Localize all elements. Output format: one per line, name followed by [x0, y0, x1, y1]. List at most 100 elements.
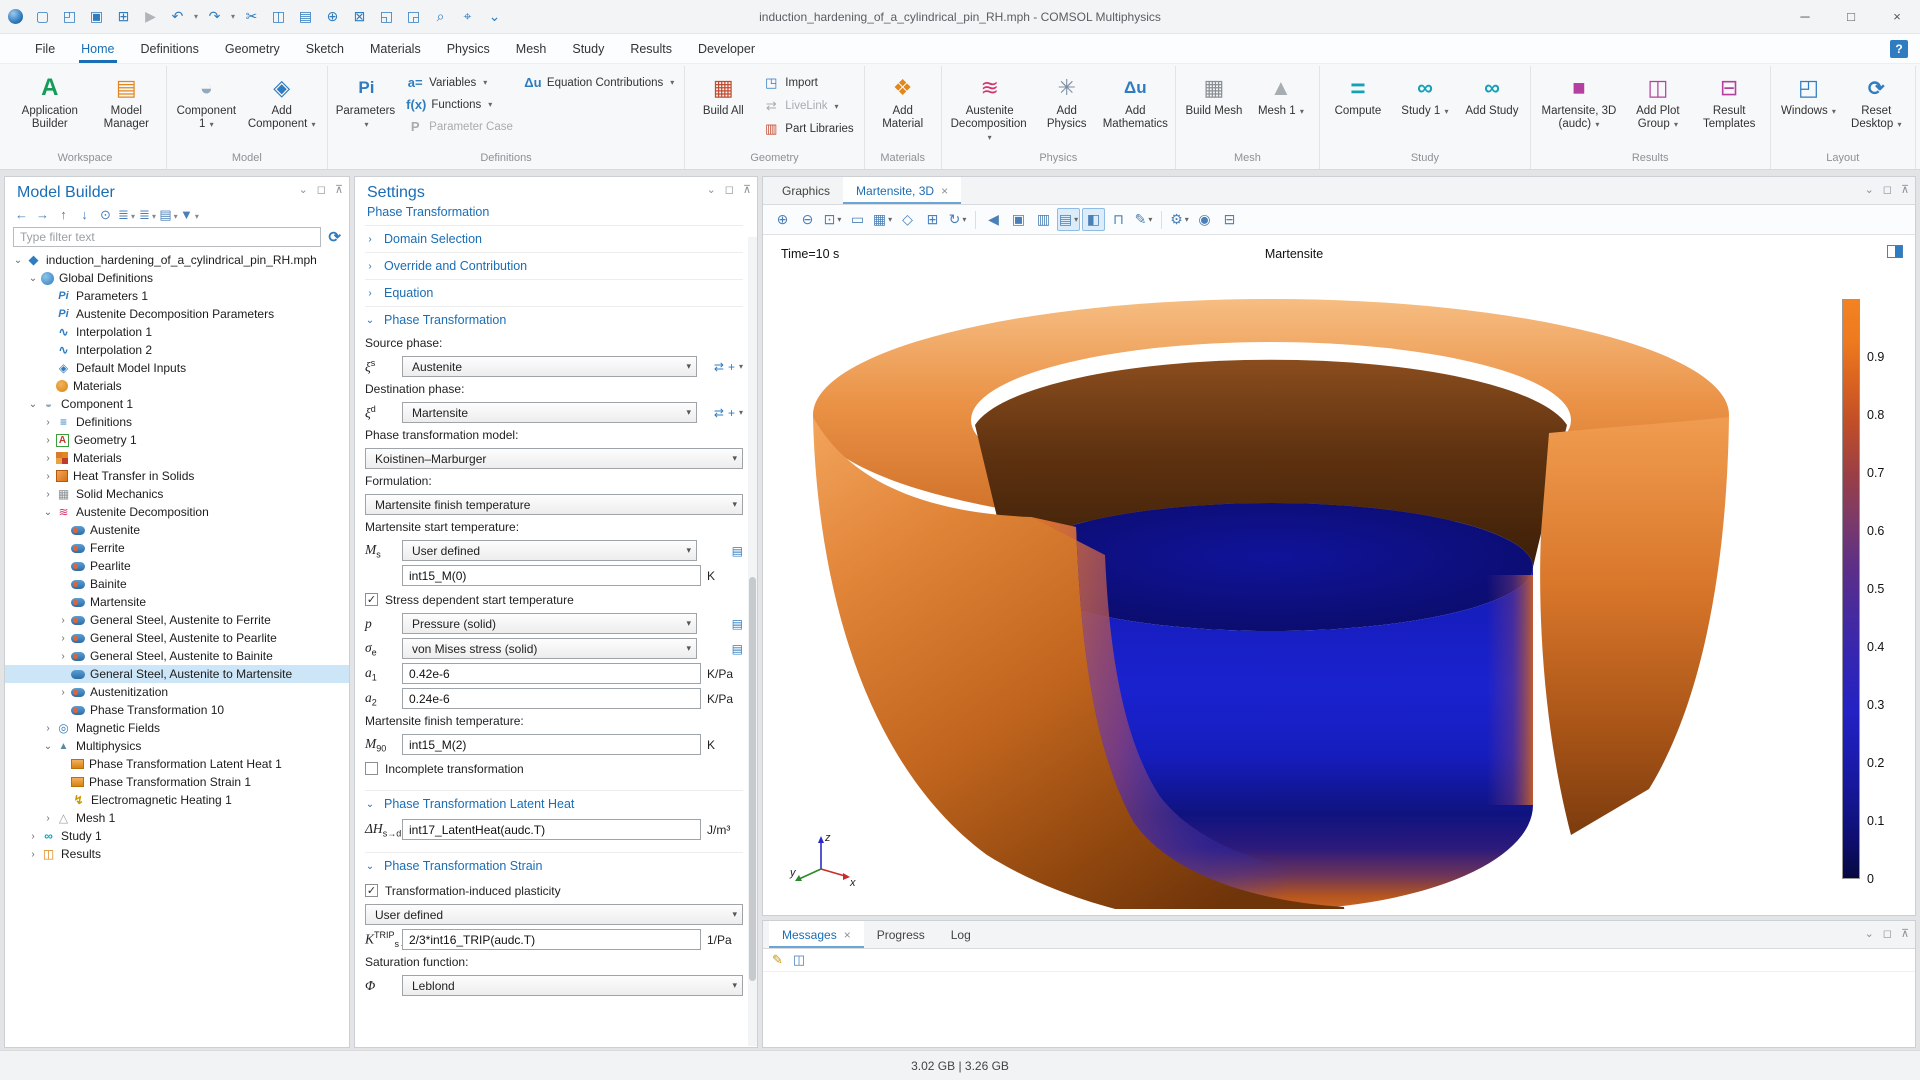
tree-item-phase-transformation-10[interactable]: Phase Transformation 10 — [5, 701, 349, 719]
print-icon[interactable]: ⊟ — [1218, 208, 1241, 231]
open-icon[interactable]: ◰ — [56, 0, 83, 33]
scene-rotate-icon[interactable]: ↻▾ — [946, 208, 969, 231]
ribbon-item-add-plot-group[interactable]: ◫Add Plot Group ▾ — [1623, 66, 1693, 131]
select-box-icon[interactable]: ◱ — [373, 0, 400, 33]
tree-expand-icon[interactable]: › — [26, 831, 40, 842]
help-button[interactable]: ? — [1890, 40, 1908, 58]
tree-collapse-icon[interactable]: ⌄ — [41, 741, 55, 752]
section-phase-transformation-latent-heat[interactable]: ⌄Phase Transformation Latent Heat — [365, 790, 743, 817]
tree-item-austenitization[interactable]: ›Austenitization — [5, 683, 349, 701]
ribbon-item-windows[interactable]: ◰Windows ▾ — [1776, 66, 1842, 118]
new-file-icon[interactable]: ▢ — [29, 0, 56, 33]
paste-icon[interactable]: ▤ — [292, 0, 319, 33]
tree-item-interpolation-1[interactable]: ∿Interpolation 1 — [5, 323, 349, 341]
tree-expand-icon[interactable]: › — [41, 453, 55, 464]
dropdown-leblond[interactable]: Leblond — [402, 975, 743, 996]
move-up-icon[interactable]: ↑ — [53, 207, 74, 222]
ribbon-item-study-1[interactable]: ∞Study 1 ▾ — [1392, 66, 1458, 118]
default-view-icon[interactable]: ◇ — [896, 208, 919, 231]
tree-item-default-model-inputs[interactable]: ◈Default Model Inputs — [5, 359, 349, 377]
panel-float-icon[interactable]: ◻ — [725, 183, 734, 196]
tree-item-solid-mechanics[interactable]: ›▦Solid Mechanics — [5, 485, 349, 503]
section-phase-transformation-strain[interactable]: ⌄Phase Transformation Strain — [365, 852, 743, 879]
messages-tab-progress[interactable]: Progress — [864, 921, 938, 948]
tree-item-materials[interactable]: Materials — [5, 377, 349, 395]
menu-tab-sketch[interactable]: Sketch — [293, 34, 357, 63]
menu-tab-definitions[interactable]: Definitions — [128, 34, 212, 63]
tree-item-bainite[interactable]: Bainite — [5, 575, 349, 593]
ribbon-item-component-1[interactable]: ◒Component 1 ▾ — [172, 66, 241, 131]
menu-tab-study[interactable]: Study — [559, 34, 617, 63]
ribbon-item-austenite-decomposition[interactable]: ≋Austenite Decomposition ▾ — [947, 66, 1033, 144]
tree-expand-icon[interactable]: › — [41, 417, 55, 428]
duplicate-icon[interactable]: ⊕ — [319, 0, 346, 33]
ribbon-item-add-study[interactable]: ∞Add Study — [1459, 66, 1525, 118]
run-icon[interactable]: ▶ — [137, 0, 164, 33]
cut-icon[interactable]: ✂ — [238, 0, 265, 33]
panel-float-icon[interactable]: ◻ — [1883, 927, 1892, 940]
redo-icon[interactable]: ↷ — [201, 0, 228, 33]
menu-tab-physics[interactable]: Physics — [434, 34, 503, 63]
tree-item-geometry-1[interactable]: ›AGeometry 1 — [5, 431, 349, 449]
close-icon[interactable]: × — [844, 928, 851, 942]
tree-expand-icon[interactable]: › — [41, 489, 55, 500]
panel-pin-icon[interactable]: ⊼ — [743, 183, 751, 196]
tree-item-general-steel-austenite-to-bainite[interactable]: ›General Steel, Austenite to Bainite — [5, 647, 349, 665]
tree-expand-icon[interactable]: › — [56, 687, 70, 698]
dropdown-austenite[interactable]: Austenite — [402, 356, 697, 377]
ribbon-item-functions[interactable]: f(x)Functions▾ — [401, 97, 518, 112]
dropdown-user-defined[interactable]: User defined — [402, 540, 697, 561]
close-icon[interactable]: × — [941, 184, 948, 198]
menu-tab-home[interactable]: Home — [68, 34, 127, 63]
collapse-menu-icon[interactable]: ≣▾ — [137, 207, 158, 223]
tree-collapse-icon[interactable]: ⌄ — [41, 507, 55, 518]
tree-item-ferrite[interactable]: Ferrite — [5, 539, 349, 557]
tree-item-study-1[interactable]: ›∞Study 1 — [5, 827, 349, 845]
ribbon-item-build-mesh[interactable]: ▦Build Mesh — [1181, 66, 1247, 118]
show-grid-icon[interactable]: ⊞ — [921, 208, 944, 231]
messages-tab-messages[interactable]: Messages× — [769, 921, 864, 948]
tree-item-heat-transfer-in-solids[interactable]: ›Heat Transfer in Solids — [5, 467, 349, 485]
menu-tab-file[interactable]: File — [22, 34, 68, 63]
menu-tab-developer[interactable]: Developer — [685, 34, 768, 63]
tree-expand-icon[interactable]: › — [41, 723, 55, 734]
dropdown-user-defined[interactable]: User defined — [365, 904, 743, 925]
tree-view-menu-icon[interactable]: ▤▾ — [158, 207, 179, 223]
dropdown-koistinen-marburger[interactable]: Koistinen–Marburger — [365, 448, 743, 469]
ribbon-item-parameters[interactable]: PiParameters ▾ — [333, 66, 400, 131]
dropdown-martensite[interactable]: Martensite — [402, 402, 697, 423]
zoom-out-icon[interactable]: ⊖ — [796, 208, 819, 231]
input-int17-latentheat-audc-t[interactable]: int17_LatentHeat(audc.T) — [402, 819, 701, 840]
clear-selection-icon[interactable]: ◲ — [400, 0, 427, 33]
save-as-icon[interactable]: ⊞ — [110, 0, 137, 33]
tree-item-results[interactable]: ›◫Results — [5, 845, 349, 863]
tree-expand-icon[interactable]: › — [56, 633, 70, 644]
image-to-table-icon[interactable]: ▥ — [1032, 208, 1055, 231]
plot-window-icon[interactable] — [1887, 245, 1903, 258]
section-phase-transformation[interactable]: ⌄Phase Transformation — [365, 306, 743, 333]
menu-tab-results[interactable]: Results — [617, 34, 685, 63]
ribbon-item-add-physics[interactable]: ✳Add Physics — [1034, 66, 1100, 131]
snapshot-icon[interactable]: ▣ — [1007, 208, 1030, 231]
dropdown-martensite-finish-temperature[interactable]: Martensite finish temperature — [365, 494, 743, 515]
zoom-to-selection-icon[interactable]: ⌕ — [427, 0, 454, 33]
edit-list-icon[interactable]: ▤ — [732, 642, 743, 656]
checkbox-icon[interactable]: ✓ — [365, 884, 378, 897]
panel-pin-icon[interactable]: ⊼ — [1901, 183, 1909, 196]
graphics-tab-martensite-3d[interactable]: Martensite, 3D× — [843, 177, 961, 204]
panel-menu-icon[interactable]: ⌄ — [299, 183, 308, 196]
section-override-and-contribution[interactable]: ›Override and Contribution — [365, 252, 743, 279]
panel-menu-icon[interactable]: ⌄ — [1865, 183, 1874, 196]
tree-filter-input[interactable] — [13, 227, 321, 247]
undo-menu-icon[interactable]: ▾ — [191, 0, 201, 33]
sound-icon[interactable]: ◀ — [982, 208, 1005, 231]
tree-collapse-icon[interactable]: ⌄ — [11, 255, 25, 266]
plot-menu-icon[interactable]: ▤▾ — [1057, 208, 1080, 231]
save-icon[interactable]: ▣ — [83, 0, 110, 33]
tree-item-component-1[interactable]: ⌄◒Component 1 — [5, 395, 349, 413]
checkbox-icon[interactable] — [365, 762, 378, 775]
ribbon-item-model-manager[interactable]: ▤Model Manager — [92, 66, 161, 131]
settings-scrollbar[interactable] — [748, 237, 757, 1046]
input-0-24e-6[interactable]: 0.24e-6 — [402, 688, 701, 709]
panel-pin-icon[interactable]: ⊼ — [335, 183, 343, 196]
